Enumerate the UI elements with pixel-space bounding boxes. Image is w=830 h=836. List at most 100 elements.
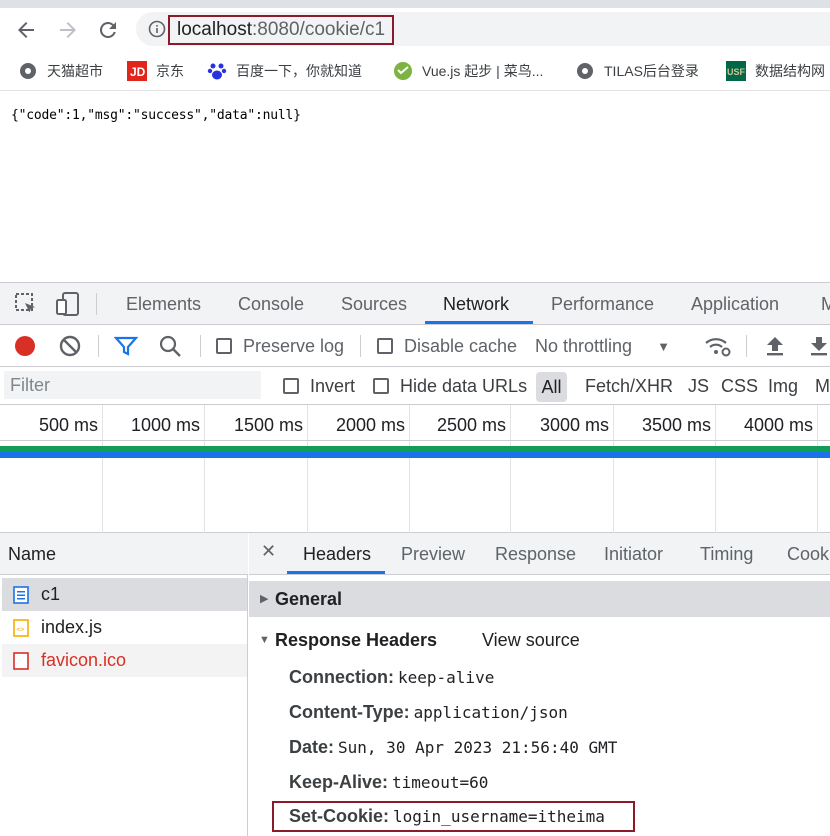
tab-preview[interactable]: Preview: [401, 533, 465, 574]
timeline-tick: 3000 ms: [511, 405, 614, 533]
header-name: Connection:: [289, 667, 394, 687]
network-overview-timeline[interactable]: 500 ms 1000 ms 1500 ms 2000 ms 2500 ms 3…: [0, 405, 830, 533]
tab-sources[interactable]: Sources: [341, 283, 407, 324]
record-icon: [15, 336, 35, 356]
devtools-tabbar: Elements Console Sources Network Perform…: [0, 283, 830, 325]
svg-text:USF: USF: [727, 67, 746, 77]
close-icon[interactable]: ✕: [261, 541, 276, 562]
toolbar-divider: [200, 335, 201, 357]
baidu-icon: [207, 61, 227, 81]
bookmark-item[interactable]: 天猫超市: [18, 60, 103, 82]
tab-more[interactable]: M: [821, 283, 830, 324]
bookmark-item[interactable]: USF 数据结构网: [726, 60, 825, 82]
tab-network[interactable]: Network: [443, 283, 509, 324]
search-button[interactable]: [158, 325, 182, 367]
tab-strip: [0, 0, 830, 8]
info-icon[interactable]: [148, 20, 166, 38]
dropdown-arrow-icon: ▼: [657, 338, 670, 354]
tab-elements[interactable]: Elements: [126, 283, 201, 324]
checkbox-icon: [216, 338, 232, 354]
checkbox-icon: [377, 338, 393, 354]
clear-button[interactable]: [58, 325, 82, 367]
preserve-log-label: Preserve log: [243, 335, 345, 356]
bookmark-item[interactable]: TILAS后台登录: [575, 60, 699, 82]
bookmarks-bar: 天猫超市 JD 京东 百度一下，你就知道 Vue.js 起步 | 菜鸟... T…: [0, 52, 830, 90]
details-tabbar: ✕ Headers Preview Response Initiator Tim…: [249, 533, 830, 575]
tab-application[interactable]: Application: [691, 283, 779, 324]
document-file-icon: [13, 585, 29, 604]
general-title: General: [275, 589, 343, 609]
bookmark-item[interactable]: Vue.js 起步 | 菜鸟...: [393, 60, 543, 82]
preserve-log-checkbox[interactable]: Preserve log: [216, 325, 344, 367]
back-arrow-icon[interactable]: [14, 18, 38, 42]
timeline-tick: 2000 ms: [308, 405, 410, 533]
filter-type-fetch-xhr[interactable]: Fetch/XHR: [585, 367, 673, 405]
url-text[interactable]: localhost:8080/cookie/c1: [168, 15, 395, 45]
devtools-panel: Elements Console Sources Network Perform…: [0, 282, 830, 836]
reload-icon[interactable]: [96, 18, 120, 42]
tab-response[interactable]: Response: [495, 533, 576, 574]
request-name: favicon.ico: [41, 650, 127, 670]
disable-cache-checkbox[interactable]: Disable cache: [377, 325, 517, 367]
request-row[interactable]: favicon.ico: [2, 644, 247, 677]
view-source-link[interactable]: View source: [482, 622, 580, 658]
error-file-icon: [13, 651, 29, 670]
globe-icon: [575, 61, 595, 81]
timeline-divider: [0, 440, 830, 441]
network-conditions-button[interactable]: [704, 325, 732, 367]
export-har-button[interactable]: [808, 325, 830, 367]
toolbar-divider: [96, 293, 97, 315]
bookmark-label: 百度一下，你就知道: [236, 63, 362, 79]
tab-console[interactable]: Console: [238, 283, 304, 324]
set-cookie-highlight: [272, 801, 635, 832]
tab-performance[interactable]: Performance: [551, 283, 654, 324]
forward-arrow-icon[interactable]: [56, 18, 80, 42]
runoob-icon: [393, 61, 413, 81]
filter-toggle-button[interactable]: [114, 325, 138, 367]
tab-headers[interactable]: Headers: [303, 533, 371, 574]
request-row[interactable]: <> index.js: [2, 611, 247, 644]
filter-type-all[interactable]: All: [536, 372, 567, 402]
bookmark-label: 京东: [156, 63, 184, 79]
response-headers-section-header[interactable]: ▼ Response Headers View source: [249, 622, 830, 658]
request-list: Name c1 <> index.js favicon.ico: [0, 533, 248, 836]
address-bar[interactable]: localhost:8080/cookie/c1: [136, 12, 830, 46]
network-toolbar: Preserve log Disable cache No throttling…: [0, 325, 830, 367]
name-column-header[interactable]: Name: [0, 533, 248, 575]
record-button[interactable]: [13, 325, 37, 367]
filter-type-js[interactable]: JS: [688, 367, 709, 405]
timeline-tick: 3500 ms: [614, 405, 716, 533]
bookmark-item[interactable]: JD 京东: [127, 60, 184, 82]
bookmark-item[interactable]: 百度一下，你就知道: [207, 60, 362, 82]
invert-checkbox[interactable]: Invert: [283, 367, 355, 405]
request-row[interactable]: c1: [2, 578, 247, 611]
active-tab-indicator: [287, 571, 385, 574]
json-response-text: {"code":1,"msg":"success","data":null}: [11, 108, 301, 123]
browser-toolbar: localhost:8080/cookie/c1: [0, 8, 830, 52]
hide-data-urls-label: Hide data URLs: [400, 375, 528, 396]
svg-text:<>: <>: [16, 625, 24, 633]
general-section-header[interactable]: ▶ General: [249, 581, 830, 617]
tab-timing[interactable]: Timing: [700, 533, 753, 574]
timeline-tick: 500 ms: [0, 405, 103, 533]
inspect-element-icon[interactable]: [14, 292, 38, 316]
filter-type-img[interactable]: Img: [768, 367, 798, 405]
filter-type-css[interactable]: CSS: [721, 367, 758, 405]
toolbar-divider: [360, 335, 361, 357]
expand-triangle-icon: ▶: [260, 593, 269, 605]
device-toolbar-icon[interactable]: [55, 291, 81, 317]
usf-icon: USF: [726, 61, 746, 81]
tab-cookies[interactable]: Cook: [787, 533, 829, 574]
throttling-select[interactable]: No throttling ▼: [535, 325, 670, 367]
hide-data-urls-checkbox[interactable]: Hide data URLs: [373, 367, 527, 405]
filter-type-more[interactable]: M: [815, 367, 830, 405]
tab-initiator[interactable]: Initiator: [604, 533, 663, 574]
wifi-settings-icon: [705, 338, 731, 357]
bookmark-label: TILAS后台登录: [604, 63, 699, 79]
svg-text:JD: JD: [130, 65, 146, 79]
filter-input[interactable]: [4, 371, 261, 399]
toolbar-divider: [746, 335, 747, 357]
import-har-button[interactable]: [764, 325, 786, 367]
script-file-icon: <>: [13, 618, 29, 637]
request-name: c1: [41, 584, 61, 604]
